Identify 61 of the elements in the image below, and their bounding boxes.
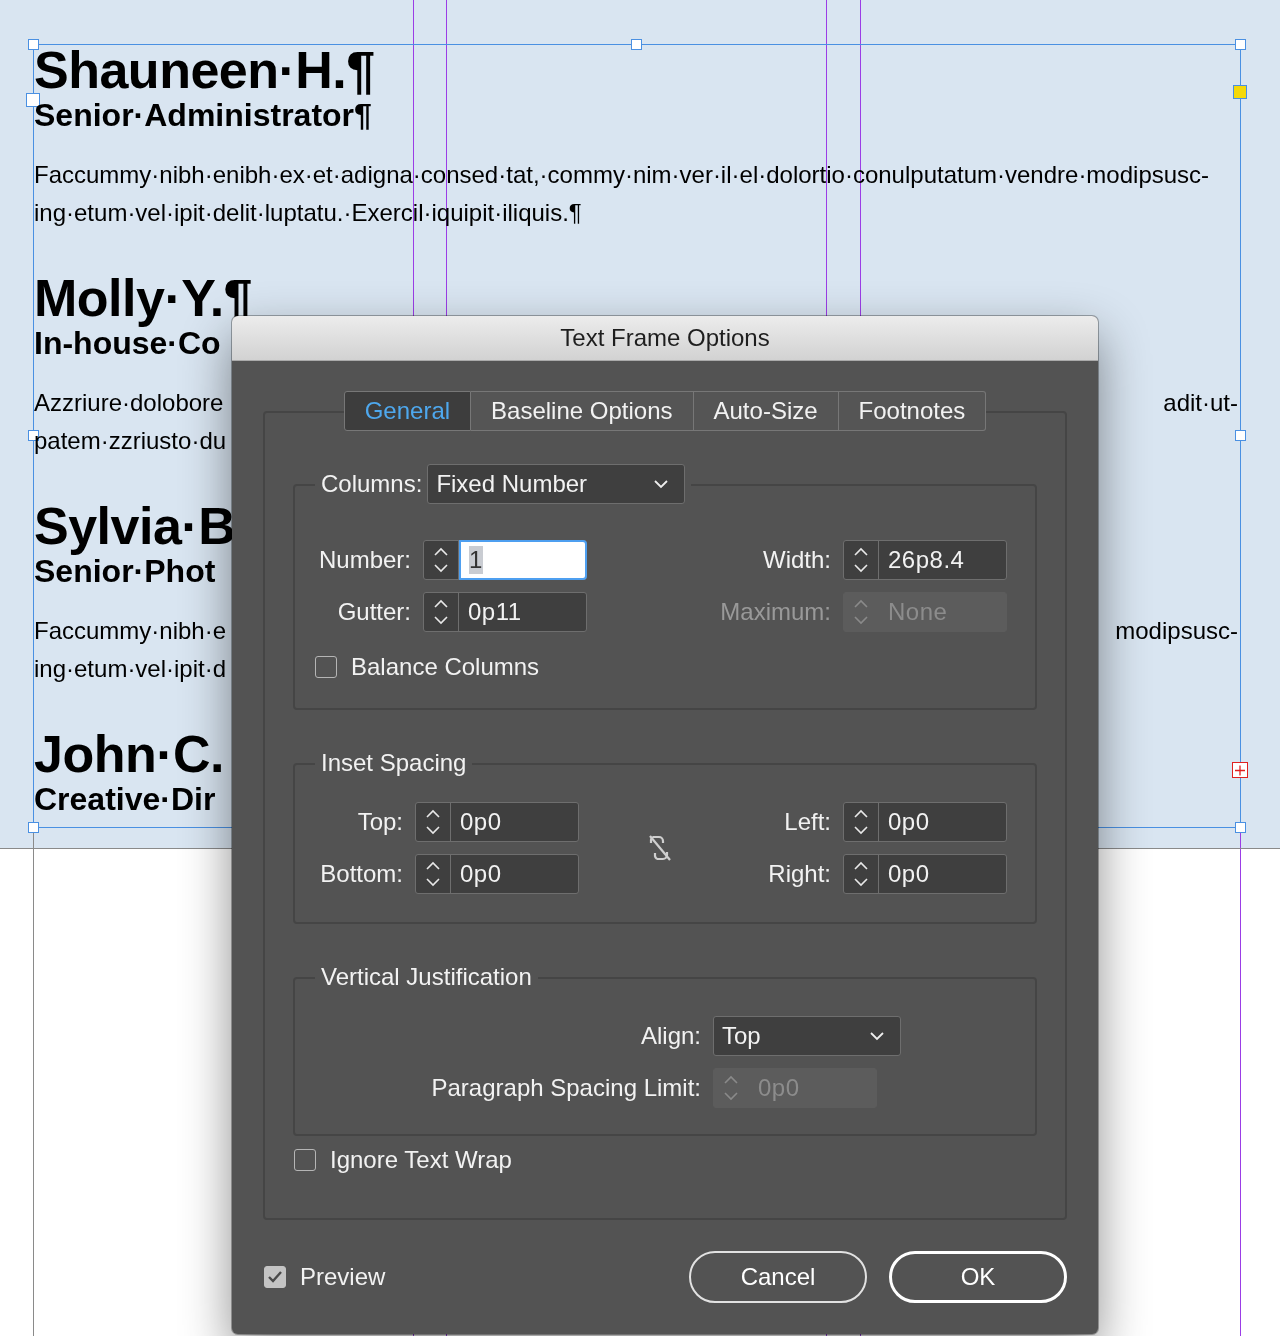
body-text: Faccummy·nibh·e bbox=[34, 616, 227, 646]
spinner-field[interactable]: 0p0 bbox=[415, 854, 579, 894]
dialog-title: Text Frame Options bbox=[560, 324, 770, 352]
unlink-icon[interactable] bbox=[647, 833, 673, 863]
align-dropdown[interactable]: Top bbox=[713, 1016, 901, 1056]
profile-name: Sylvia·B bbox=[34, 498, 236, 554]
section-title: Vertical Justification bbox=[321, 963, 532, 991]
profile-name: Shauneen·H.¶ bbox=[34, 42, 375, 98]
tab[interactable]: Footnotes bbox=[838, 391, 987, 431]
frame-handle[interactable] bbox=[1235, 822, 1246, 833]
field-label: Maximum: bbox=[719, 598, 831, 626]
spinner-field[interactable]: 0p11 bbox=[423, 592, 587, 632]
columns-label: Columns: bbox=[321, 470, 423, 498]
checkbox[interactable] bbox=[264, 1266, 286, 1288]
field-label: Top: bbox=[356, 808, 403, 836]
chevron-down-icon bbox=[870, 1031, 884, 1041]
body-text: Azzriure·dolobore bbox=[34, 388, 224, 418]
corner-options-handle[interactable] bbox=[1233, 85, 1247, 99]
field-label: Width: bbox=[762, 546, 831, 574]
frame-handle[interactable] bbox=[631, 39, 642, 50]
profile-name: Molly·Y.¶ bbox=[34, 270, 252, 326]
checkbox[interactable] bbox=[315, 656, 337, 678]
job-title: Creative·Dir bbox=[34, 782, 216, 816]
checkbox[interactable] bbox=[294, 1149, 316, 1171]
spinner-field[interactable]: 26p8.4 bbox=[843, 540, 1007, 580]
frame-handle[interactable] bbox=[28, 822, 39, 833]
frame-handle[interactable] bbox=[28, 39, 39, 50]
body-text: adit·ut- bbox=[1163, 388, 1238, 418]
body-text: ing·etum·vel·ipit·d bbox=[34, 654, 227, 684]
frame-handle[interactable] bbox=[1235, 39, 1246, 50]
tab[interactable]: Auto-Size bbox=[693, 391, 839, 431]
overflow-icon[interactable] bbox=[1232, 762, 1248, 778]
spinner-field[interactable]: 0p0 bbox=[843, 802, 1007, 842]
section-title: Inset Spacing bbox=[321, 749, 467, 777]
checkbox-label: Preview bbox=[300, 1263, 386, 1291]
chevron-down-icon bbox=[654, 479, 669, 489]
tab[interactable]: Baseline Options bbox=[471, 391, 694, 431]
job-title: Senior·Phot bbox=[34, 554, 216, 588]
checkbox-label: Ignore Text Wrap bbox=[330, 1146, 512, 1174]
field-label: Left: bbox=[783, 808, 831, 836]
profile-name: John·C. bbox=[34, 726, 225, 782]
field-label: Gutter: bbox=[336, 598, 411, 626]
frame-handle[interactable] bbox=[1235, 430, 1246, 441]
field-label: Number: bbox=[317, 546, 411, 574]
body-text: patem·zzriusto·du bbox=[34, 426, 227, 456]
spinner-field[interactable]: 0p0 bbox=[415, 802, 579, 842]
field-label: Bottom: bbox=[319, 860, 403, 888]
ok-button[interactable]: OK bbox=[889, 1251, 1067, 1303]
field-label: Paragraph Spacing Limit: bbox=[431, 1074, 701, 1102]
checkbox-label: Balance Columns bbox=[351, 653, 540, 681]
check-icon bbox=[267, 1270, 283, 1284]
job-title: Senior·Administrator¶ bbox=[34, 98, 372, 132]
cancel-button[interactable]: Cancel bbox=[689, 1251, 867, 1303]
columns-dropdown[interactable]: Fixed Number bbox=[427, 464, 686, 504]
field-label: Right: bbox=[767, 860, 831, 888]
field-label: Align: bbox=[640, 1022, 701, 1050]
tab[interactable]: General bbox=[343, 391, 472, 431]
body-text: modipsusc- bbox=[1115, 616, 1238, 646]
spinner-field[interactable]: 1 bbox=[423, 540, 587, 580]
spinner-field[interactable]: 0p0 bbox=[843, 854, 1007, 894]
job-title: In-house·Co bbox=[34, 326, 221, 360]
